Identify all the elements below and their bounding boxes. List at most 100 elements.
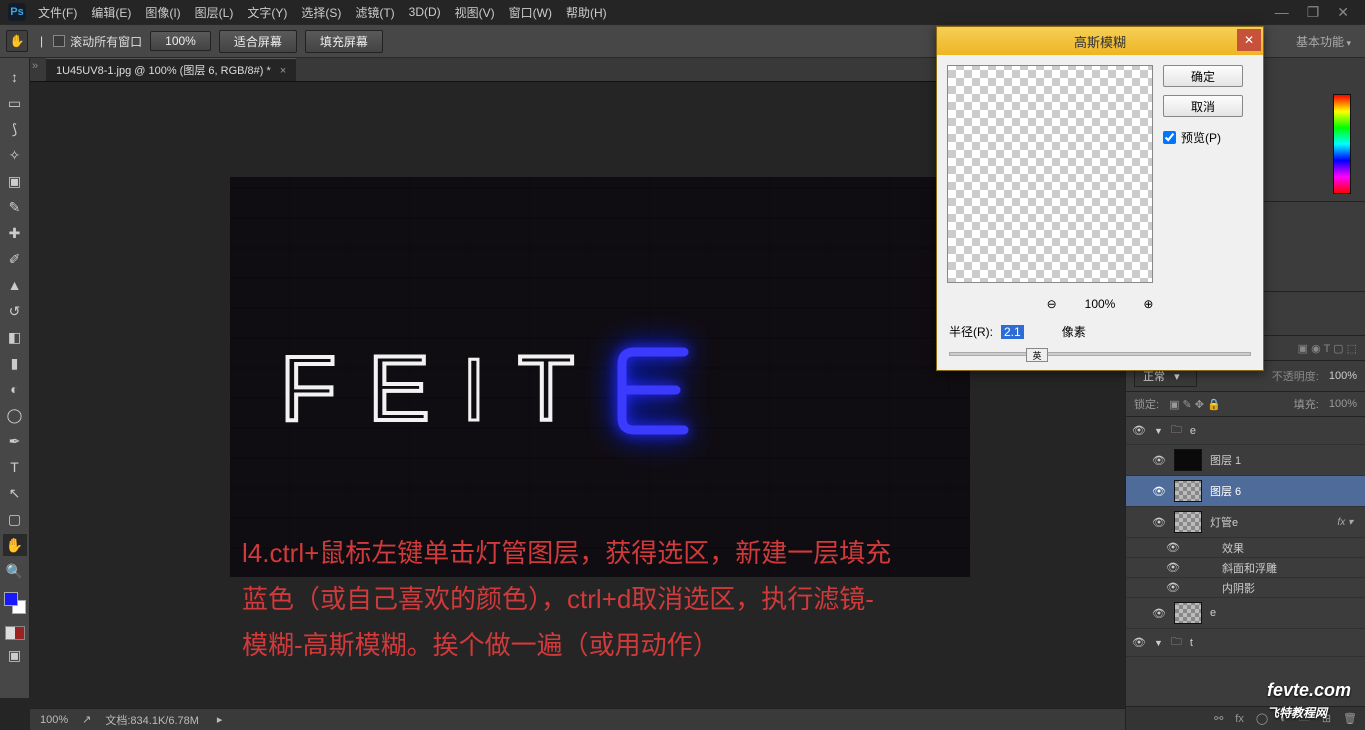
fill-value[interactable]: 100% — [1329, 398, 1357, 410]
eyedropper-tool-icon[interactable]: ✎ — [3, 196, 27, 218]
radius-label: 半径(R): — [949, 323, 993, 340]
gradient-tool-icon[interactable]: ▮ — [3, 352, 27, 374]
opacity-value[interactable]: 100% — [1329, 370, 1357, 382]
fill-screen-button[interactable]: 填充屏幕 — [305, 30, 383, 53]
blur-tool-icon[interactable]: ◐ — [3, 378, 27, 400]
fx-icon[interactable]: fx — [1235, 713, 1244, 725]
layer-effect[interactable]: 👁斜面和浮雕 — [1126, 558, 1365, 578]
layer-group[interactable]: 👁▼🗀t — [1126, 629, 1365, 657]
menu-file[interactable]: 文件(F) — [38, 4, 77, 21]
move-tool-icon[interactable]: ↕ — [3, 66, 27, 88]
scroll-all-checkbox[interactable] — [53, 35, 65, 47]
menu-edit[interactable]: 编辑(E) — [91, 4, 131, 21]
type-tool-icon[interactable]: T — [3, 456, 27, 478]
document-tab[interactable]: 1U45UV8-1.jpg @ 100% (图层 6, RGB/8#) * × — [46, 58, 296, 81]
instruction-text: l4.ctrl+鼠标左键单击灯管图层，获得选区，新建一层填充 蓝色（或自己喜欢的… — [242, 530, 985, 668]
shape-tool-icon[interactable]: ▢ — [3, 508, 27, 530]
layer-row[interactable]: 👁图层 6 — [1126, 476, 1365, 507]
stamp-tool-icon[interactable]: ▲ — [3, 274, 27, 296]
history-brush-tool-icon[interactable]: ↺ — [3, 300, 27, 322]
menu-view[interactable]: 视图(V) — [455, 4, 495, 21]
zoom-level-button[interactable]: 100% — [150, 31, 211, 51]
layer-row[interactable]: 👁灯管efx ▾ — [1126, 507, 1365, 538]
lock-icons[interactable]: ▣ ✎ ✥ 🔒 — [1169, 398, 1221, 411]
layer-row[interactable]: 👁e — [1126, 598, 1365, 629]
heal-tool-icon[interactable]: ✚ — [3, 222, 27, 244]
scroll-all-label: 滚动所有窗口 — [70, 33, 142, 50]
glyph-e: E — [368, 337, 433, 442]
crop-tool-icon[interactable]: ▣ — [3, 170, 27, 192]
menu-select[interactable]: 选择(S) — [301, 4, 341, 21]
radius-slider-thumb[interactable]: 英 — [1026, 348, 1048, 362]
dialog-titlebar[interactable]: 高斯模糊 ✕ — [937, 27, 1263, 55]
zoom-out-icon[interactable]: ⊖ — [1047, 297, 1057, 311]
layer-row[interactable]: 👁图层 1 — [1126, 445, 1365, 476]
fill-label: 填充: — [1294, 396, 1319, 412]
menu-window[interactable]: 窗口(W) — [509, 4, 552, 21]
dialog-title: 高斯模糊 — [1074, 32, 1126, 51]
status-export-icon[interactable]: ↗ — [82, 713, 91, 726]
layer-effect[interactable]: 👁内阴影 — [1126, 578, 1365, 598]
radius-slider[interactable]: 英 — [949, 352, 1251, 356]
window-controls: — ❐ ✕ — [1275, 4, 1365, 21]
fit-screen-button[interactable]: 适合屏幕 — [219, 30, 297, 53]
preview-zoom-value: 100% — [1085, 297, 1116, 311]
hand-tool-icon[interactable]: ✋ — [6, 30, 28, 52]
brush-tool-icon[interactable]: ✐ — [3, 248, 27, 270]
status-zoom[interactable]: 100% — [40, 714, 68, 726]
lasso-tool-icon[interactable]: ⟆ — [3, 118, 27, 140]
menu-image[interactable]: 图像(I) — [145, 4, 180, 21]
ps-logo: Ps — [8, 3, 26, 21]
hand-tool-icon-toolbox[interactable]: ✋ — [3, 534, 27, 556]
radius-input[interactable]: 2.1 — [1001, 325, 1024, 339]
menubar: Ps 文件(F) 编辑(E) 图像(I) 图层(L) 文字(Y) 选择(S) 滤… — [0, 0, 1365, 24]
status-bar: 100% ↗ 文档:834.1K/6.78M ▸ — [30, 708, 1125, 730]
layers-panel: 🔍 类型 ▣ ◉ T ▢ ⬚ 正常 ▾ 不透明度: 100% 锁定: ▣ ✎ ✥… — [1126, 336, 1365, 657]
pen-tool-icon[interactable]: ✒ — [3, 430, 27, 452]
document-tab-title: 1U45UV8-1.jpg @ 100% (图层 6, RGB/8#) * — [56, 65, 271, 77]
quick-mask-icon[interactable] — [5, 626, 25, 640]
preview-checkbox[interactable]: 预览(P) — [1163, 129, 1243, 146]
marquee-tool-icon[interactable]: ▭ — [3, 92, 27, 114]
path-tool-icon[interactable]: ↖ — [3, 482, 27, 504]
zoom-tool-icon[interactable]: 🔍 — [3, 560, 27, 582]
menu-filter[interactable]: 滤镜(T) — [355, 4, 394, 21]
workspace-switcher[interactable]: 基本功能 — [1296, 33, 1351, 50]
link-layers-icon[interactable]: ⚯ — [1214, 712, 1223, 725]
close-window-icon[interactable]: ✕ — [1337, 4, 1349, 21]
toolbox: ↕ ▭ ⟆ ✧ ▣ ✎ ✚ ✐ ▲ ↺ ◧ ▮ ◐ ◯ ✒ T ↖ ▢ ✋ 🔍 … — [0, 58, 30, 698]
cancel-button[interactable]: 取消 — [1163, 95, 1243, 117]
zoom-in-icon[interactable]: ⊕ — [1143, 297, 1153, 311]
menu-3d[interactable]: 3D(D) — [409, 5, 441, 19]
close-tab-icon[interactable]: × — [280, 65, 286, 77]
preview-checkbox-input[interactable] — [1163, 131, 1176, 144]
glyph-i: I — [462, 339, 490, 441]
status-chevron-icon[interactable]: ▸ — [217, 713, 223, 726]
dialog-close-button[interactable]: ✕ — [1237, 29, 1261, 51]
lock-label: 锁定: — [1134, 396, 1159, 412]
expand-docs-icon[interactable]: » — [32, 60, 42, 80]
neon-text-group: F E I T — [280, 337, 706, 442]
minimize-icon[interactable]: — — [1275, 4, 1289, 21]
hue-slider[interactable] — [1333, 94, 1351, 194]
layer-effect[interactable]: 👁效果 — [1126, 538, 1365, 558]
gaussian-blur-dialog: 高斯模糊 ✕ 确定 取消 预览(P) ⊖ 100% ⊕ 半径(R): 2.1 像… — [936, 26, 1264, 371]
glyph-e-neon — [606, 340, 706, 440]
glyph-t: T — [518, 337, 578, 442]
eraser-tool-icon[interactable]: ◧ — [3, 326, 27, 348]
watermark: fevte.com飞特教程网 — [1267, 680, 1351, 722]
menu-help[interactable]: 帮助(H) — [566, 4, 607, 21]
canvas[interactable]: F E I T — [230, 177, 970, 577]
ok-button[interactable]: 确定 — [1163, 65, 1243, 87]
layer-group[interactable]: 👁▼🗀e — [1126, 417, 1365, 445]
maximize-icon[interactable]: ❐ — [1307, 4, 1320, 21]
dodge-tool-icon[interactable]: ◯ — [3, 404, 27, 426]
menu-type[interactable]: 文字(Y) — [247, 4, 287, 21]
glyph-f: F — [280, 337, 340, 442]
screen-mode-icon[interactable]: ▣ — [3, 644, 27, 666]
radius-unit: 像素 — [1062, 323, 1086, 340]
dialog-preview[interactable] — [947, 65, 1153, 283]
wand-tool-icon[interactable]: ✧ — [3, 144, 27, 166]
menu-layer[interactable]: 图层(L) — [195, 4, 234, 21]
color-swatch[interactable] — [4, 592, 26, 614]
